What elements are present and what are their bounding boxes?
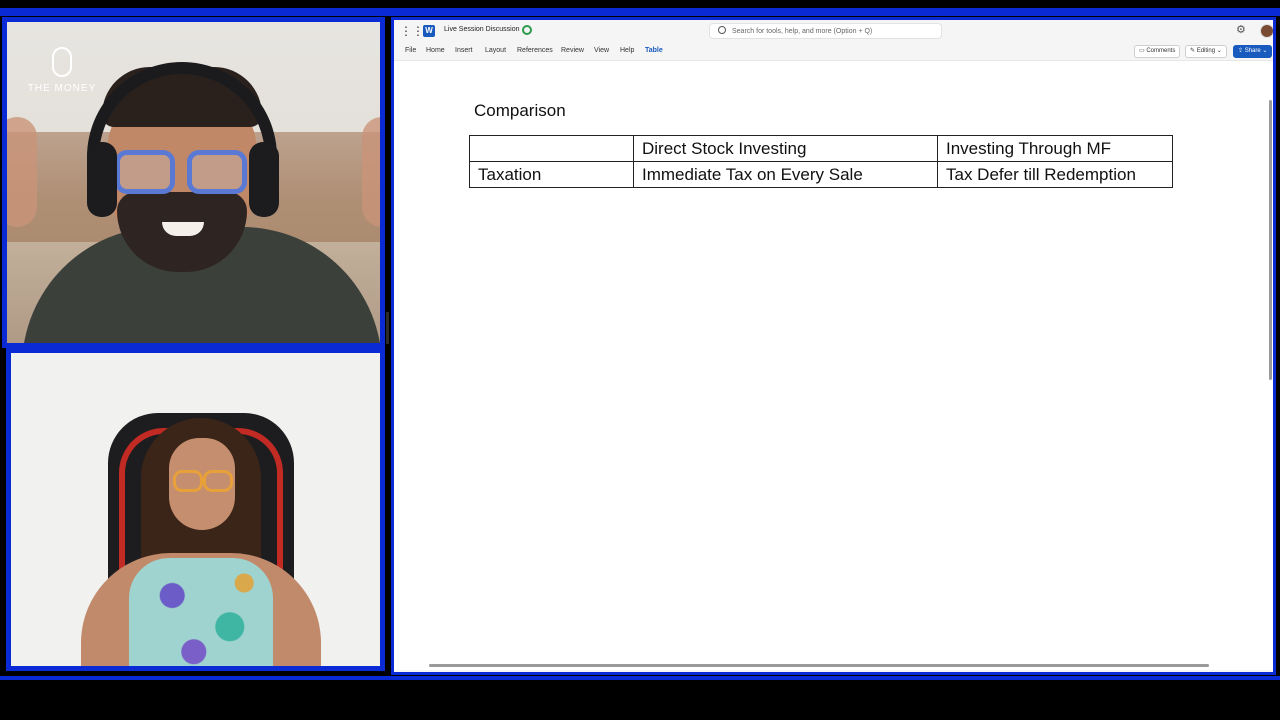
search-input[interactable]: Search for tools, help, and more (Option… [709,23,942,39]
top-frame-band [0,8,1280,16]
microphone-icon [52,47,72,77]
document-page[interactable]: Comparison Direct Stock Investing Invest… [394,62,1269,668]
menu-references[interactable]: References [517,47,553,54]
table-cell[interactable] [469,135,634,162]
editing-label: Editing [1196,48,1216,54]
word-window: ⋮⋮ W Live Session Discussion Search for … [391,17,1276,675]
menu-help[interactable]: Help [620,47,634,54]
app-launcher-icon[interactable]: ⋮⋮ [400,25,424,37]
ribbon-menu: File Home Insert Layout References Revie… [394,42,1273,61]
share-button[interactable]: ⇪ Share ⌄ [1233,45,1273,58]
table-cell[interactable]: Direct Stock Investing [633,135,938,162]
table-row: Direct Stock Investing Investing Through… [469,135,1173,162]
horizontal-scrollbar[interactable] [429,664,1209,667]
headphones-left-cup [87,142,117,217]
menu-home[interactable]: Home [426,47,445,54]
guest-glasses-right-lens [203,470,233,492]
sync-icon[interactable] [522,25,532,35]
avatar[interactable] [1260,24,1273,38]
pane-divider-handle[interactable] [386,312,389,344]
word-icon[interactable]: W [423,25,435,37]
table-cell[interactable]: Taxation [469,161,634,188]
menu-view[interactable]: View [594,47,609,54]
search-icon [718,26,726,34]
menu-file[interactable]: File [405,47,416,54]
logo-text: THE MONEY [27,83,97,94]
document-heading[interactable]: Comparison [474,101,566,121]
host-right-hand [362,117,380,227]
comparison-table[interactable]: Direct Stock Investing Investing Through… [469,135,1173,188]
vertical-scrollbar[interactable] [1269,100,1272,380]
status-bar [394,670,1273,672]
table-cell[interactable]: Investing Through MF [937,135,1173,162]
headphones-right-cup [249,142,279,217]
menu-insert[interactable]: Insert [455,47,473,54]
host-video-tile: THE MONEY [2,17,385,348]
gear-icon[interactable]: ⚙ [1236,25,1247,36]
document-title[interactable]: Live Session Discussion [444,26,519,33]
menu-table[interactable]: Table [645,47,663,54]
share-label: Share [1244,48,1261,54]
search-placeholder: Search for tools, help, and more (Option… [732,28,873,35]
menu-layout[interactable]: Layout [485,47,506,54]
title-bar: ⋮⋮ W Live Session Discussion Search for … [394,20,1273,42]
screen: THE MONEY ⋮⋮ W Live Session Discussion S… [0,0,1280,720]
channel-logo: THE MONEY [17,47,107,94]
table-row: Taxation Immediate Tax on Every Sale Tax… [469,161,1173,188]
comments-label: Comments [1146,48,1176,54]
menu-review[interactable]: Review [561,47,584,54]
host-left-hand [7,117,37,227]
guest-glasses-left-lens [173,470,203,492]
guest-floral-top [129,558,273,666]
guest-video-tile [6,348,385,671]
editing-button[interactable]: ✎ Editing ⌄ [1185,45,1227,58]
bottom-frame-band [0,676,1280,680]
comments-button[interactable]: ▭ Comments [1134,45,1181,58]
table-cell[interactable]: Immediate Tax on Every Sale [633,161,938,188]
table-cell[interactable]: Tax Defer till Redemption [937,161,1173,188]
